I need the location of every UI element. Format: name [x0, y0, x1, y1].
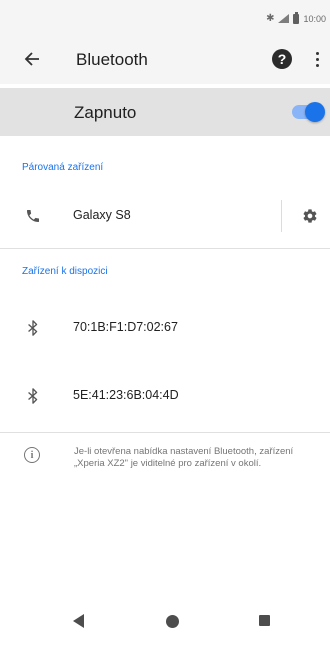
- bluetooth-icon: [22, 385, 44, 407]
- row-divider: [281, 200, 282, 232]
- more-dot: [315, 57, 319, 61]
- home-nav-button[interactable]: [166, 615, 179, 628]
- back-nav-button[interactable]: [73, 614, 84, 628]
- available-device-row[interactable]: 70:1B:F1:D7:02:67: [0, 300, 330, 356]
- bluetooth-master-switch-bar[interactable]: Zapnuto: [0, 88, 330, 136]
- phone-icon: [22, 205, 44, 227]
- section-divider: [0, 248, 330, 249]
- toggle-knob: [305, 102, 325, 122]
- status-bar: ✱ 10:00: [0, 0, 330, 34]
- paired-device-row[interactable]: Galaxy S8: [0, 188, 330, 244]
- more-dot: [315, 51, 319, 55]
- available-device-name: 70:1B:F1:D7:02:67: [73, 320, 178, 334]
- signal-icon: [278, 14, 290, 23]
- available-device-name: 5E:41:23:6B:04:4D: [73, 388, 179, 402]
- paired-device-name: Galaxy S8: [73, 208, 131, 222]
- recents-nav-button[interactable]: [259, 615, 270, 626]
- info-icon: i: [24, 447, 40, 463]
- available-device-row[interactable]: 5E:41:23:6B:04:4D: [0, 368, 330, 424]
- arrow-back-icon: [24, 52, 39, 66]
- gear-icon: [303, 209, 317, 223]
- status-time: 10:00: [303, 13, 326, 24]
- help-icon: ?: [277, 51, 287, 67]
- bluetooth-toggle[interactable]: [292, 102, 325, 122]
- device-settings-button[interactable]: [300, 206, 320, 226]
- page-title: Bluetooth: [76, 50, 148, 69]
- battery-icon: [293, 11, 300, 24]
- section-divider: [0, 432, 330, 433]
- bluetooth-status-icon: ✱: [266, 13, 275, 24]
- paired-devices-header: Párovaná zařízení: [22, 162, 104, 173]
- visibility-info-text: Je-li otevřena nabídka nastavení Bluetoo…: [74, 446, 294, 469]
- more-options-button[interactable]: [311, 48, 323, 70]
- master-switch-label: Zapnuto: [74, 103, 137, 122]
- available-devices-header: Zařízení k dispozici: [22, 266, 108, 277]
- system-navigation-bar: [0, 594, 330, 666]
- help-button[interactable]: ?: [272, 49, 292, 69]
- app-toolbar: Bluetooth ?: [0, 34, 330, 84]
- status-icons: ✱ 10:00: [266, 11, 326, 24]
- more-dot: [315, 63, 319, 67]
- back-button[interactable]: [20, 47, 44, 71]
- bluetooth-icon: [22, 317, 44, 339]
